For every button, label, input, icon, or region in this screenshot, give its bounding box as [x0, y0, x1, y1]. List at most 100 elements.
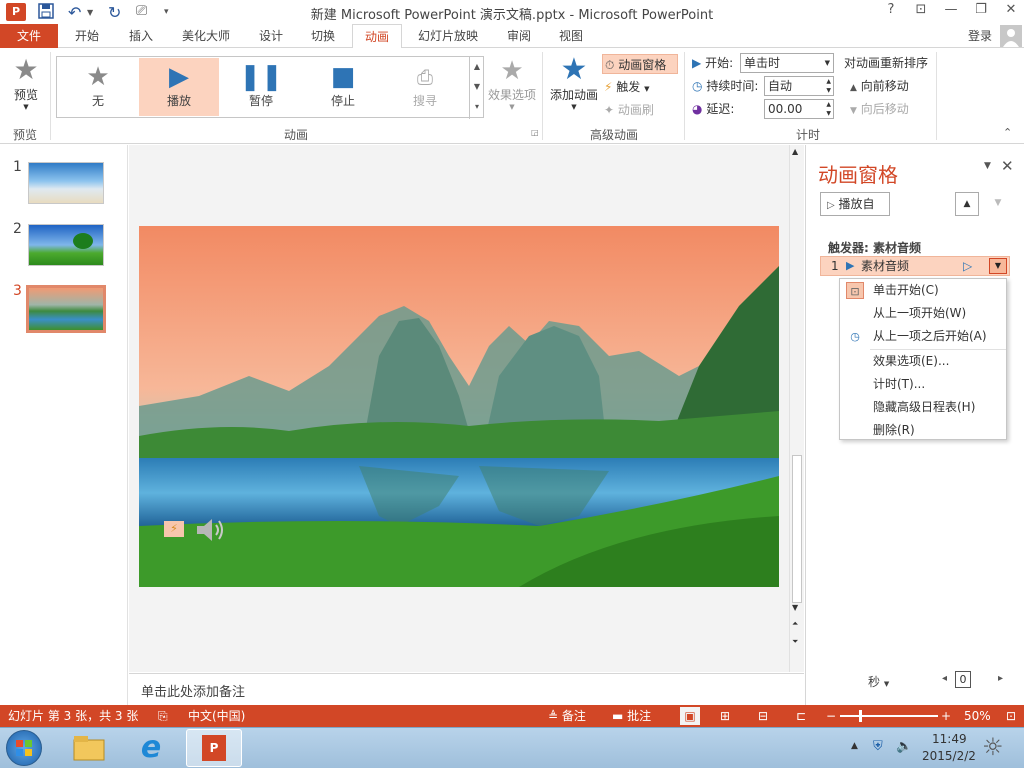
editor-vertical-scrollbar[interactable]: ▲ ▼ ⏶ ⏷ [789, 145, 804, 672]
normal-view-button[interactable]: ▣ [680, 707, 700, 725]
tab-animations[interactable]: 动画 [352, 24, 402, 49]
tab-view[interactable]: 视图 [548, 24, 594, 48]
move-down-button[interactable]: ▼ [986, 192, 1010, 216]
preview-button[interactable]: ★ 预览 ▼ [6, 54, 46, 118]
minimize-button[interactable]: — [940, 2, 962, 22]
language-indicator[interactable]: 中文(中国) [188, 705, 245, 727]
animation-pane-button[interactable]: ⏱ 动画窗格 [602, 54, 678, 74]
effect-options-button[interactable]: ★ 效果选项 ▼ [486, 56, 538, 120]
weather-icon[interactable]: ☼ [982, 733, 1004, 761]
menu-hide-timeline[interactable]: 隐藏高级日程表(H) [840, 396, 1006, 419]
start-button[interactable] [6, 730, 42, 766]
timeline-zoom-next-icon[interactable]: ▸ [998, 673, 1003, 684]
slide-thumbnail-3[interactable] [26, 285, 106, 333]
slide-count[interactable]: 幻灯片 第 3 张，共 3 张 [8, 705, 138, 727]
collapse-ribbon-icon[interactable]: ⌃ [1003, 126, 1012, 139]
close-button[interactable]: ✕ [1000, 2, 1022, 22]
help-button[interactable]: ? [880, 2, 902, 22]
menu-effect-options[interactable]: 效果选项(E)... [840, 350, 1006, 373]
spinner-icon[interactable]: ▲ ▼ [826, 77, 831, 95]
tab-review[interactable]: 审阅 [496, 24, 542, 48]
timeline-zoom-value[interactable]: 0 [955, 671, 971, 688]
comments-button[interactable]: ▬ 批注 [612, 705, 651, 727]
add-animation-button[interactable]: ★ 添加动画 ▼ [548, 54, 600, 120]
tab-design[interactable]: 设计 [246, 24, 296, 48]
painter-label: 动画刷 [617, 103, 654, 117]
seconds-dropdown[interactable]: 秒 ▼ [868, 673, 889, 690]
anim-stop[interactable]: ■ 停止 [303, 58, 383, 116]
ribbon-display-button[interactable]: ⊡ [910, 2, 932, 22]
gallery-more-icon[interactable]: ▾ [470, 97, 484, 117]
anim-seek[interactable]: ⎙ 搜寻 [385, 58, 465, 116]
ie-taskbar-icon[interactable]: e [132, 731, 170, 765]
tab-insert[interactable]: 插入 [116, 24, 166, 48]
fit-slide-icon[interactable]: ⊡ [1006, 705, 1016, 727]
item-dropdown-button[interactable]: ▼ [989, 258, 1007, 274]
powerpoint-taskbar-icon[interactable]: P [186, 729, 242, 767]
spinner-icon[interactable]: ▲ ▼ [826, 100, 831, 118]
clock-date[interactable]: 2015/2/2 [922, 749, 976, 763]
security-icon[interactable]: ⛨ [873, 739, 883, 754]
menu-start-on-click[interactable]: ⊡ 单击开始(C) [840, 279, 1006, 302]
dialog-launcher-icon[interactable]: ◲ [531, 128, 539, 137]
prev-slide-icon[interactable]: ⏶ [792, 619, 798, 629]
animation-painter-button[interactable]: ✦ 动画刷 [604, 100, 674, 120]
gallery-scroll[interactable]: ▲ ▼ ▾ [469, 57, 484, 119]
trigger-lightning-icon[interactable]: ⚡ [164, 521, 184, 537]
notes-button[interactable]: ≜ 备注 [548, 705, 586, 727]
duration-input[interactable]: 自动 ▲ ▼ [764, 76, 834, 96]
start-select[interactable]: 单击时 ▼ [740, 53, 834, 73]
move-up-button[interactable]: ▲ [955, 192, 979, 216]
slide-sorter-view-icon[interactable]: ⊞ [720, 705, 730, 727]
slide-thumbnail-1[interactable] [28, 162, 104, 204]
slide-thumbnail-2[interactable] [28, 224, 104, 266]
dropdown-arrow-icon: ▼ [509, 103, 515, 111]
audio-speaker-icon[interactable] [193, 516, 227, 544]
trigger-button[interactable]: ⚡ 触发 ▼ [604, 77, 674, 97]
pane-close-icon[interactable]: ✕ [1001, 157, 1014, 175]
restore-button[interactable]: ❐ [970, 2, 992, 22]
reading-view-icon[interactable]: ⊟ [758, 705, 768, 727]
zoom-level[interactable]: 50% [964, 705, 991, 727]
animation-item[interactable]: 1 ▶ 素材音频 ▷ ▼ [820, 256, 1010, 276]
timeline-zoom-prev-icon[interactable]: ◂ [942, 673, 947, 684]
menu-label: 删除(R) [873, 423, 915, 437]
scroll-down-icon[interactable]: ▼ [792, 603, 798, 612]
play-from-button[interactable]: ▷ 播放自 [820, 192, 890, 216]
anim-none[interactable]: ★ 无 [58, 58, 138, 116]
scroll-up-icon[interactable]: ▲ [792, 147, 798, 156]
spell-check-icon[interactable]: ⎘ [158, 705, 168, 727]
clock-time[interactable]: 11:49 [932, 732, 967, 746]
volume-icon[interactable]: 🔈 [896, 739, 912, 754]
move-backward-button[interactable]: ▼ 向后移动 [850, 99, 909, 119]
zoom-in-icon[interactable]: + [941, 705, 951, 727]
tab-beautify[interactable]: 美化大师 [170, 24, 242, 48]
tab-home[interactable]: 开始 [62, 24, 112, 48]
scroll-up-icon[interactable]: ▲ [470, 57, 484, 77]
tab-transitions[interactable]: 切换 [298, 24, 348, 48]
scroll-down-icon[interactable]: ▼ [470, 77, 484, 97]
menu-timing[interactable]: 计时(T)... [840, 373, 1006, 396]
tab-slideshow[interactable]: 幻灯片放映 [408, 24, 488, 48]
explorer-taskbar-icon[interactable] [70, 732, 108, 764]
menu-start-after-previous[interactable]: ◷ 从上一项之后开始(A) [840, 325, 1006, 348]
delay-input[interactable]: 00.00 ▲ ▼ [764, 99, 834, 119]
tab-file[interactable]: 文件 [0, 24, 58, 48]
slide-canvas[interactable]: ⚡ [139, 226, 779, 587]
scroll-thumb[interactable] [792, 455, 802, 603]
avatar[interactable] [1000, 25, 1022, 47]
zoom-slider-thumb[interactable] [859, 710, 862, 722]
menu-start-with-previous[interactable]: 从上一项开始(W) [840, 302, 1006, 325]
move-forward-button[interactable]: ▲ 向前移动 [850, 76, 909, 96]
pane-options-icon[interactable]: ▼ [984, 161, 991, 171]
anim-play[interactable]: ▶ 播放 [139, 58, 219, 116]
slideshow-view-icon[interactable]: ⊏ [796, 705, 806, 727]
zoom-out-icon[interactable]: − [826, 705, 836, 727]
login-link[interactable]: 登录 [960, 24, 1000, 48]
next-slide-icon[interactable]: ⏷ [792, 637, 798, 647]
anim-pause[interactable]: ❚❚ 暂停 [221, 58, 301, 116]
tray-expand-icon[interactable]: ▲ [851, 741, 858, 751]
notes-area[interactable]: 单击此处添加备注 [129, 673, 804, 705]
zoom-slider[interactable] [840, 715, 938, 717]
menu-remove[interactable]: 删除(R) [840, 419, 1006, 442]
